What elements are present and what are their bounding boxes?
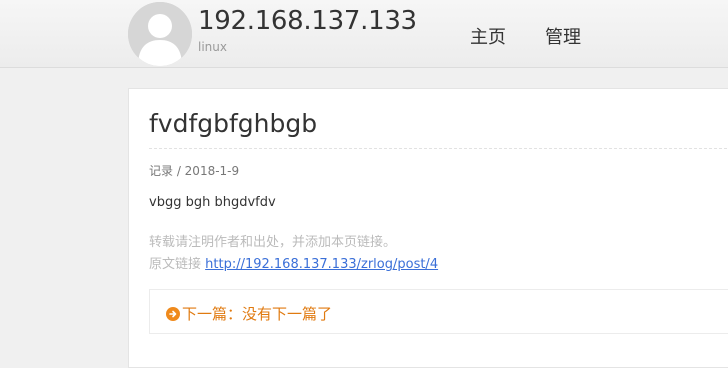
post-title[interactable]: fvdfgbfghbgb	[149, 109, 317, 138]
next-post-label: 下一篇：没有下一篇了	[182, 305, 333, 323]
next-post-box: 下一篇：没有下一篇了	[149, 289, 728, 334]
source-label: 原文链接	[149, 257, 206, 272]
source-url-link[interactable]: http://192.168.137.133/zrlog/post/4	[205, 257, 438, 272]
copyright-notice: 转载请注明作者和出处，并添加本页链接。	[149, 235, 397, 250]
nav-admin-link[interactable]: 管理	[545, 23, 581, 49]
nav-home-link[interactable]: 主页	[470, 23, 506, 49]
copyright-block: 转载请注明作者和出处，并添加本页链接。 原文链接 http://192.168.…	[149, 232, 438, 276]
title-divider	[149, 148, 728, 149]
post-card: fvdfgbfghbgb 记录 / 2018-1-9 vbgg bgh bhgd…	[128, 88, 728, 368]
arrow-right-circle-icon	[166, 306, 180, 321]
user-silhouette-icon	[128, 2, 192, 66]
site-subtitle: linux	[198, 40, 227, 54]
avatar[interactable]	[128, 2, 192, 66]
site-header: 192.168.137.133 linux 主页 管理	[0, 0, 728, 68]
post-meta: 记录 / 2018-1-9	[149, 164, 240, 178]
site-title[interactable]: 192.168.137.133	[198, 6, 417, 36]
post-body: vbgg bgh bhgdvfdv	[149, 195, 276, 210]
next-post-link[interactable]: 下一篇：没有下一篇了	[166, 303, 332, 324]
source-line: 原文链接 http://192.168.137.133/zrlog/post/4	[149, 254, 438, 276]
